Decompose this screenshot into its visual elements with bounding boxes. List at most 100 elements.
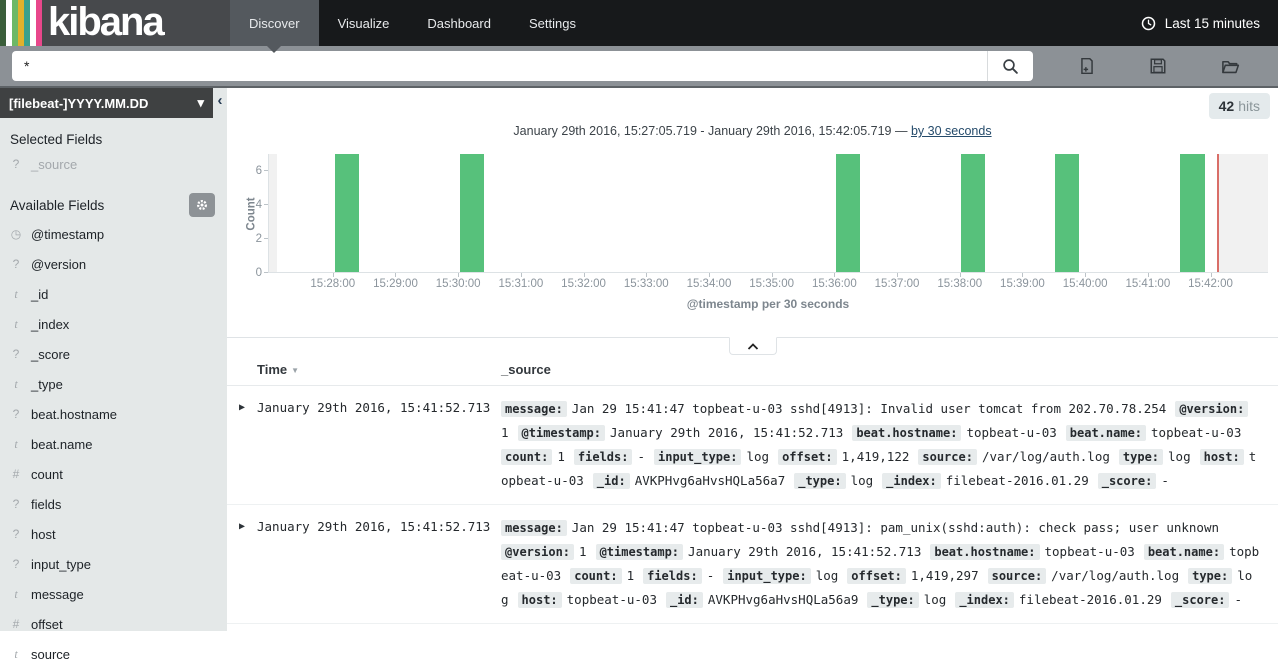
field-item--score[interactable]: ?_score [0,339,227,369]
collapse-chart-button[interactable] [729,337,777,355]
search-bar [0,46,1278,88]
index-pattern-label: [filebeat-]YYYY.MM.DD [9,96,148,111]
index-pattern-selector[interactable]: [filebeat-]YYYY.MM.DD ▾ [0,88,213,118]
field-name: @version [31,257,86,272]
field-item-message[interactable]: tmessage [0,579,227,609]
source-field-value: topbeat-u-03 [966,425,1056,440]
x-tick-label: 15:33:00 [624,278,669,290]
save-icon [1149,57,1167,75]
field-item-source[interactable]: tsource [0,639,227,669]
source-field-key: message: [501,401,567,417]
x-tick-mark [646,273,647,277]
time-picker[interactable]: Last 15 minutes [1141,0,1278,46]
x-tick-mark [584,273,585,277]
row-source: message:Jan 29 15:41:47 topbeat-u-03 ssh… [501,516,1278,612]
source-field-value: topbeat-u-03 [1151,425,1241,440]
source-field-key: beat.name: [1066,425,1146,441]
field-name: _id [31,287,48,302]
field-name: host [31,527,56,542]
table-body: ▶January 29th 2016, 15:41:52.713message:… [227,386,1278,624]
save-search-button[interactable] [1143,51,1173,81]
interval-link[interactable]: by 30 seconds [911,124,992,138]
source-field-value: filebeat-2016.01.29 [1019,592,1162,607]
histogram-bar-15:36:00[interactable] [836,154,860,272]
source-field-key: _type: [867,592,918,608]
field-item--type[interactable]: t_type [0,369,227,399]
field-item--version[interactable]: ?@version [0,249,227,279]
tab-settings[interactable]: Settings [510,0,595,46]
field-item-count[interactable]: #count [0,459,227,489]
field-type-string-icon: t [10,317,22,332]
source-field-value: January 29th 2016, 15:41:52.713 [688,544,921,559]
source-field-value: log [924,592,947,607]
histogram-bar-15:41:30[interactable] [1180,154,1204,272]
chevron-up-icon [747,342,759,351]
row-expand-caret[interactable]: ▶ [227,397,257,493]
source-field-value: 1 [501,425,509,440]
x-tick-mark [395,273,396,277]
x-tick-mark [772,273,773,277]
available-fields-list: ◷@timestamp?@versiont_idt_index?_scoret_… [0,219,227,669]
time-picker-label: Last 15 minutes [1165,16,1260,31]
source-field-value: - [637,449,645,464]
field-type-unknown-icon: ? [10,157,22,171]
search-button[interactable] [987,51,1033,81]
source-field-value: AVKPHvg6aHvsHQLa56a7 [635,473,786,488]
field-item-fields[interactable]: ? fields [0,489,227,519]
field-item-beat-hostname[interactable]: ?beat.hostname [0,399,227,429]
source-field-value: log [746,449,769,464]
source-column-header: _source [501,362,1278,377]
y-tick-label: 2 [256,233,262,245]
field-item-offset[interactable]: #offset [0,609,227,639]
field-item--source[interactable]: ?_source [0,149,227,179]
histogram-bar-15:30:00[interactable] [460,154,484,272]
field-type-unknown-icon: ? [10,497,22,511]
clock-icon [1141,16,1156,31]
field-item--timestamp[interactable]: ◷ @timestamp [0,219,227,249]
field-item--index[interactable]: t_index [0,309,227,339]
field-settings-button[interactable] [189,193,215,217]
sidebar-collapse-button[interactable]: ‹ [213,88,227,114]
discover-main: 42hits January 29th 2016, 15:27:05.719 -… [227,88,1278,631]
source-field-key: source: [918,449,977,465]
new-search-button[interactable] [1072,51,1102,81]
x-tick-mark [897,273,898,277]
open-search-button[interactable] [1215,51,1245,81]
chevron-left-icon: ‹ [218,92,223,109]
clock-icon: ◷ [10,227,22,241]
source-field-value: Jan 29 15:41:47 topbeat-u-03 sshd[4913]:… [572,401,1167,416]
tab-discover[interactable]: Discover [230,0,319,46]
histogram-bar-15:38:00[interactable] [961,154,985,272]
tab-dashboard[interactable]: Dashboard [408,0,510,46]
field-type-string-icon: t [10,437,22,452]
source-field-key: type: [1119,449,1163,465]
histogram-bar-15:39:30[interactable] [1055,154,1079,272]
table-header-row: Time▼ _source [227,356,1278,386]
field-name: @timestamp [31,227,104,242]
field-item-input-type[interactable]: ?input_type [0,549,227,579]
histogram-bar-15:28:00[interactable] [335,154,359,272]
search-input[interactable] [12,51,987,81]
source-field-key: host: [1200,449,1244,465]
field-name: fields [31,497,61,512]
source-field-value: 1 [557,449,565,464]
time-column-header[interactable]: Time▼ [257,362,501,377]
field-item-beat-name[interactable]: t beat.name [0,429,227,459]
x-tick-label: 15:36:00 [812,278,857,290]
x-tick-mark [1211,273,1212,277]
row-expand-caret[interactable]: ▶ [227,516,257,612]
discover-sidebar: [filebeat-]YYYY.MM.DD ▾ ‹ Selected Field… [0,88,227,631]
selected-fields-list: ?_source [0,149,227,179]
field-item--id[interactable]: t_id [0,279,227,309]
field-type-number-icon: # [10,617,22,631]
source-field-key: _type: [794,473,845,489]
kibana-logo-text: kibana [42,0,163,46]
field-name: beat.name [31,437,92,452]
row-time: January 29th 2016, 15:41:52.713 [257,516,501,612]
source-field-value: log [816,568,839,583]
tab-visualize[interactable]: Visualize [319,0,409,46]
x-tick-mark [1148,273,1149,277]
x-tick-mark [834,273,835,277]
row-time: January 29th 2016, 15:41:52.713 [257,397,501,493]
field-item-host[interactable]: ?host [0,519,227,549]
